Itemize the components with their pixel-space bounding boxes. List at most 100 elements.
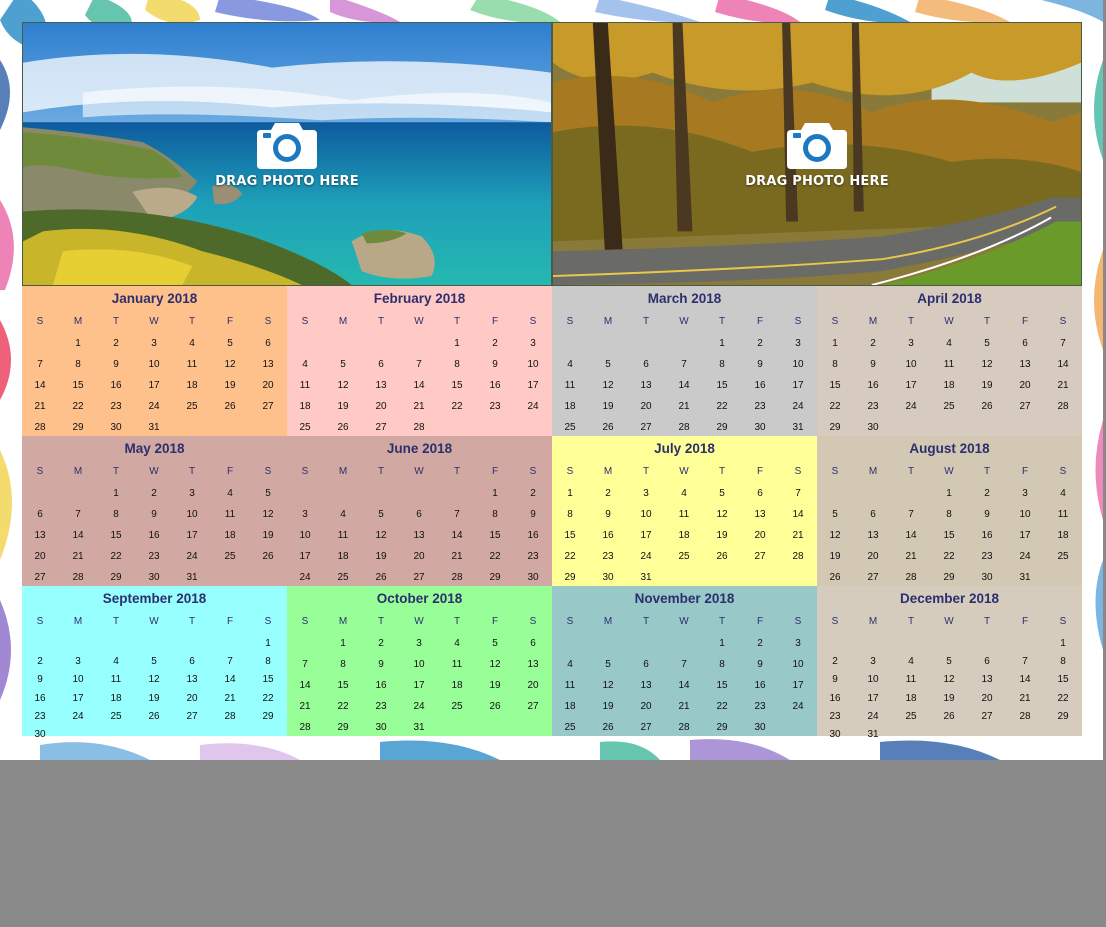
week-row: 11 12 13 14 15 16 17 — [552, 680, 817, 696]
day-cell: 4 — [189, 338, 195, 349]
weekday-header: F — [491, 616, 499, 627]
weekday-header: S — [831, 616, 839, 627]
day-cell: 6 — [643, 359, 649, 370]
day-cell: 8 — [454, 359, 460, 370]
month-title: February 2018 — [373, 291, 466, 306]
week-row: 18 19 20 21 22 23 24 — [552, 401, 817, 417]
weekday-header: S — [36, 316, 44, 327]
weekday-header-row: SMTWTFS — [552, 466, 817, 482]
day-cell: 1 — [719, 638, 725, 649]
day-cell: 2 — [37, 656, 43, 668]
day-cell: 7 — [75, 509, 81, 520]
day-cell: 16 — [602, 530, 614, 541]
weekday-header-row: SMTWTFS — [287, 316, 552, 332]
day-cell: 22 — [262, 692, 274, 704]
week-row: 11 12 13 14 15 16 17 — [552, 380, 817, 396]
day-cell: 29 — [110, 572, 122, 583]
weekday-header: W — [944, 616, 954, 627]
week-row: 23 24 25 26 27 28 29 — [817, 711, 1082, 727]
week-row: 6 7 8 9 10 11 12 — [22, 509, 287, 525]
weekday-header: S — [264, 316, 272, 327]
day-cell: 22 — [337, 701, 349, 712]
weekday-header: S — [566, 316, 574, 327]
weekday-header: T — [188, 466, 196, 477]
day-cell: 20 — [981, 692, 993, 704]
week-row: 15 16 17 18 19 20 21 — [817, 380, 1082, 396]
day-cell: 6 — [530, 638, 536, 649]
day-cell: 29 — [262, 710, 274, 722]
day-cell: 2 — [870, 338, 876, 349]
weekday-header: F — [756, 316, 764, 327]
weekday-header: F — [226, 616, 234, 627]
day-cell: 11 — [1057, 509, 1069, 520]
day-cell: 1 — [832, 338, 838, 349]
day-cell: 31 — [148, 422, 160, 433]
day-cell: 19 — [602, 401, 614, 412]
day-cell: 18 — [1057, 530, 1069, 541]
weekday-header-row: SMTWTFS — [22, 616, 287, 632]
weekday-header: M — [868, 466, 878, 477]
weekday-header: W — [149, 316, 159, 327]
month-title: June 2018 — [386, 441, 453, 456]
week-row: 11 12 13 14 15 16 17 — [287, 380, 552, 396]
day-cell: 30 — [148, 572, 160, 583]
weekday-header: T — [112, 316, 120, 327]
day-cell: 8 — [265, 656, 271, 668]
day-cell: 27 — [640, 422, 652, 433]
day-cell: 16 — [148, 530, 160, 541]
day-cell: 4 — [227, 488, 233, 499]
day-cell: 10 — [792, 359, 804, 370]
day-cell: 13 — [413, 530, 425, 541]
weekday-header: S — [529, 466, 537, 477]
week-row: 18 19 20 21 22 23 24 — [552, 701, 817, 717]
month-title: April 2018 — [917, 291, 982, 306]
day-cell: 30 — [754, 722, 766, 733]
day-cell: 23 — [754, 701, 766, 712]
day-cell: 17 — [905, 380, 917, 391]
weekday-header: W — [679, 466, 689, 477]
day-cell: 1 — [265, 638, 271, 649]
day-cell: 4 — [1060, 488, 1066, 499]
weekday-header-row: SMTWTFS — [817, 316, 1082, 332]
weekday-header: T — [642, 466, 650, 477]
weekday-header: T — [453, 466, 461, 477]
day-cell: 18 — [186, 380, 198, 391]
weekday-header: M — [603, 316, 613, 327]
day-cell: 20 — [527, 680, 539, 691]
day-cell: 2 — [832, 656, 838, 668]
week-row: 19 20 21 22 23 24 25 — [817, 551, 1082, 567]
photo-drop-zone-1[interactable]: DRAG PHOTO HERE — [22, 22, 552, 286]
day-cell: 7 — [1060, 338, 1066, 349]
day-cell: 1 — [1060, 638, 1066, 649]
day-cell: 5 — [151, 656, 157, 668]
day-cell: 25 — [564, 722, 576, 733]
day-cell: 15 — [829, 380, 841, 391]
weekday-header: T — [188, 616, 196, 627]
day-cell: 25 — [224, 551, 236, 562]
day-cell: 13 — [1019, 359, 1031, 370]
day-cell: 21 — [224, 692, 236, 704]
day-cell: 17 — [792, 380, 804, 391]
day-cell: 25 — [299, 422, 311, 433]
day-cell: 12 — [375, 530, 387, 541]
day-cell: 28 — [413, 422, 425, 433]
day-cell: 23 — [527, 551, 539, 562]
day-cell: 18 — [678, 530, 690, 541]
week-row: 15 16 17 18 19 20 21 — [552, 530, 817, 546]
photo-drop-zone-2[interactable]: DRAG PHOTO HERE — [552, 22, 1082, 286]
day-cell: 10 — [186, 509, 198, 520]
weekday-header: S — [264, 466, 272, 477]
day-cell: 27 — [867, 572, 879, 583]
month-april: April 2018 S M T W T F S 1 2 3 4 5 6 7 8 9 10 11 12 13 14 15 16… — [817, 286, 1082, 436]
day-cell: 6 — [870, 509, 876, 520]
weekday-header: T — [983, 466, 991, 477]
day-cell: 30 — [34, 729, 46, 741]
day-cell: 25 — [564, 422, 576, 433]
day-cell: 12 — [602, 680, 614, 691]
day-cell: 15 — [451, 380, 463, 391]
month-august: August 2018 S M T W T F S 1 2 3 4 5 6 7 8 9 10 11 12 13 14 15 1… — [817, 436, 1082, 586]
day-cell: 11 — [224, 509, 236, 520]
day-cell: 23 — [110, 401, 122, 412]
day-cell: 17 — [527, 380, 539, 391]
weekday-header: M — [338, 466, 348, 477]
